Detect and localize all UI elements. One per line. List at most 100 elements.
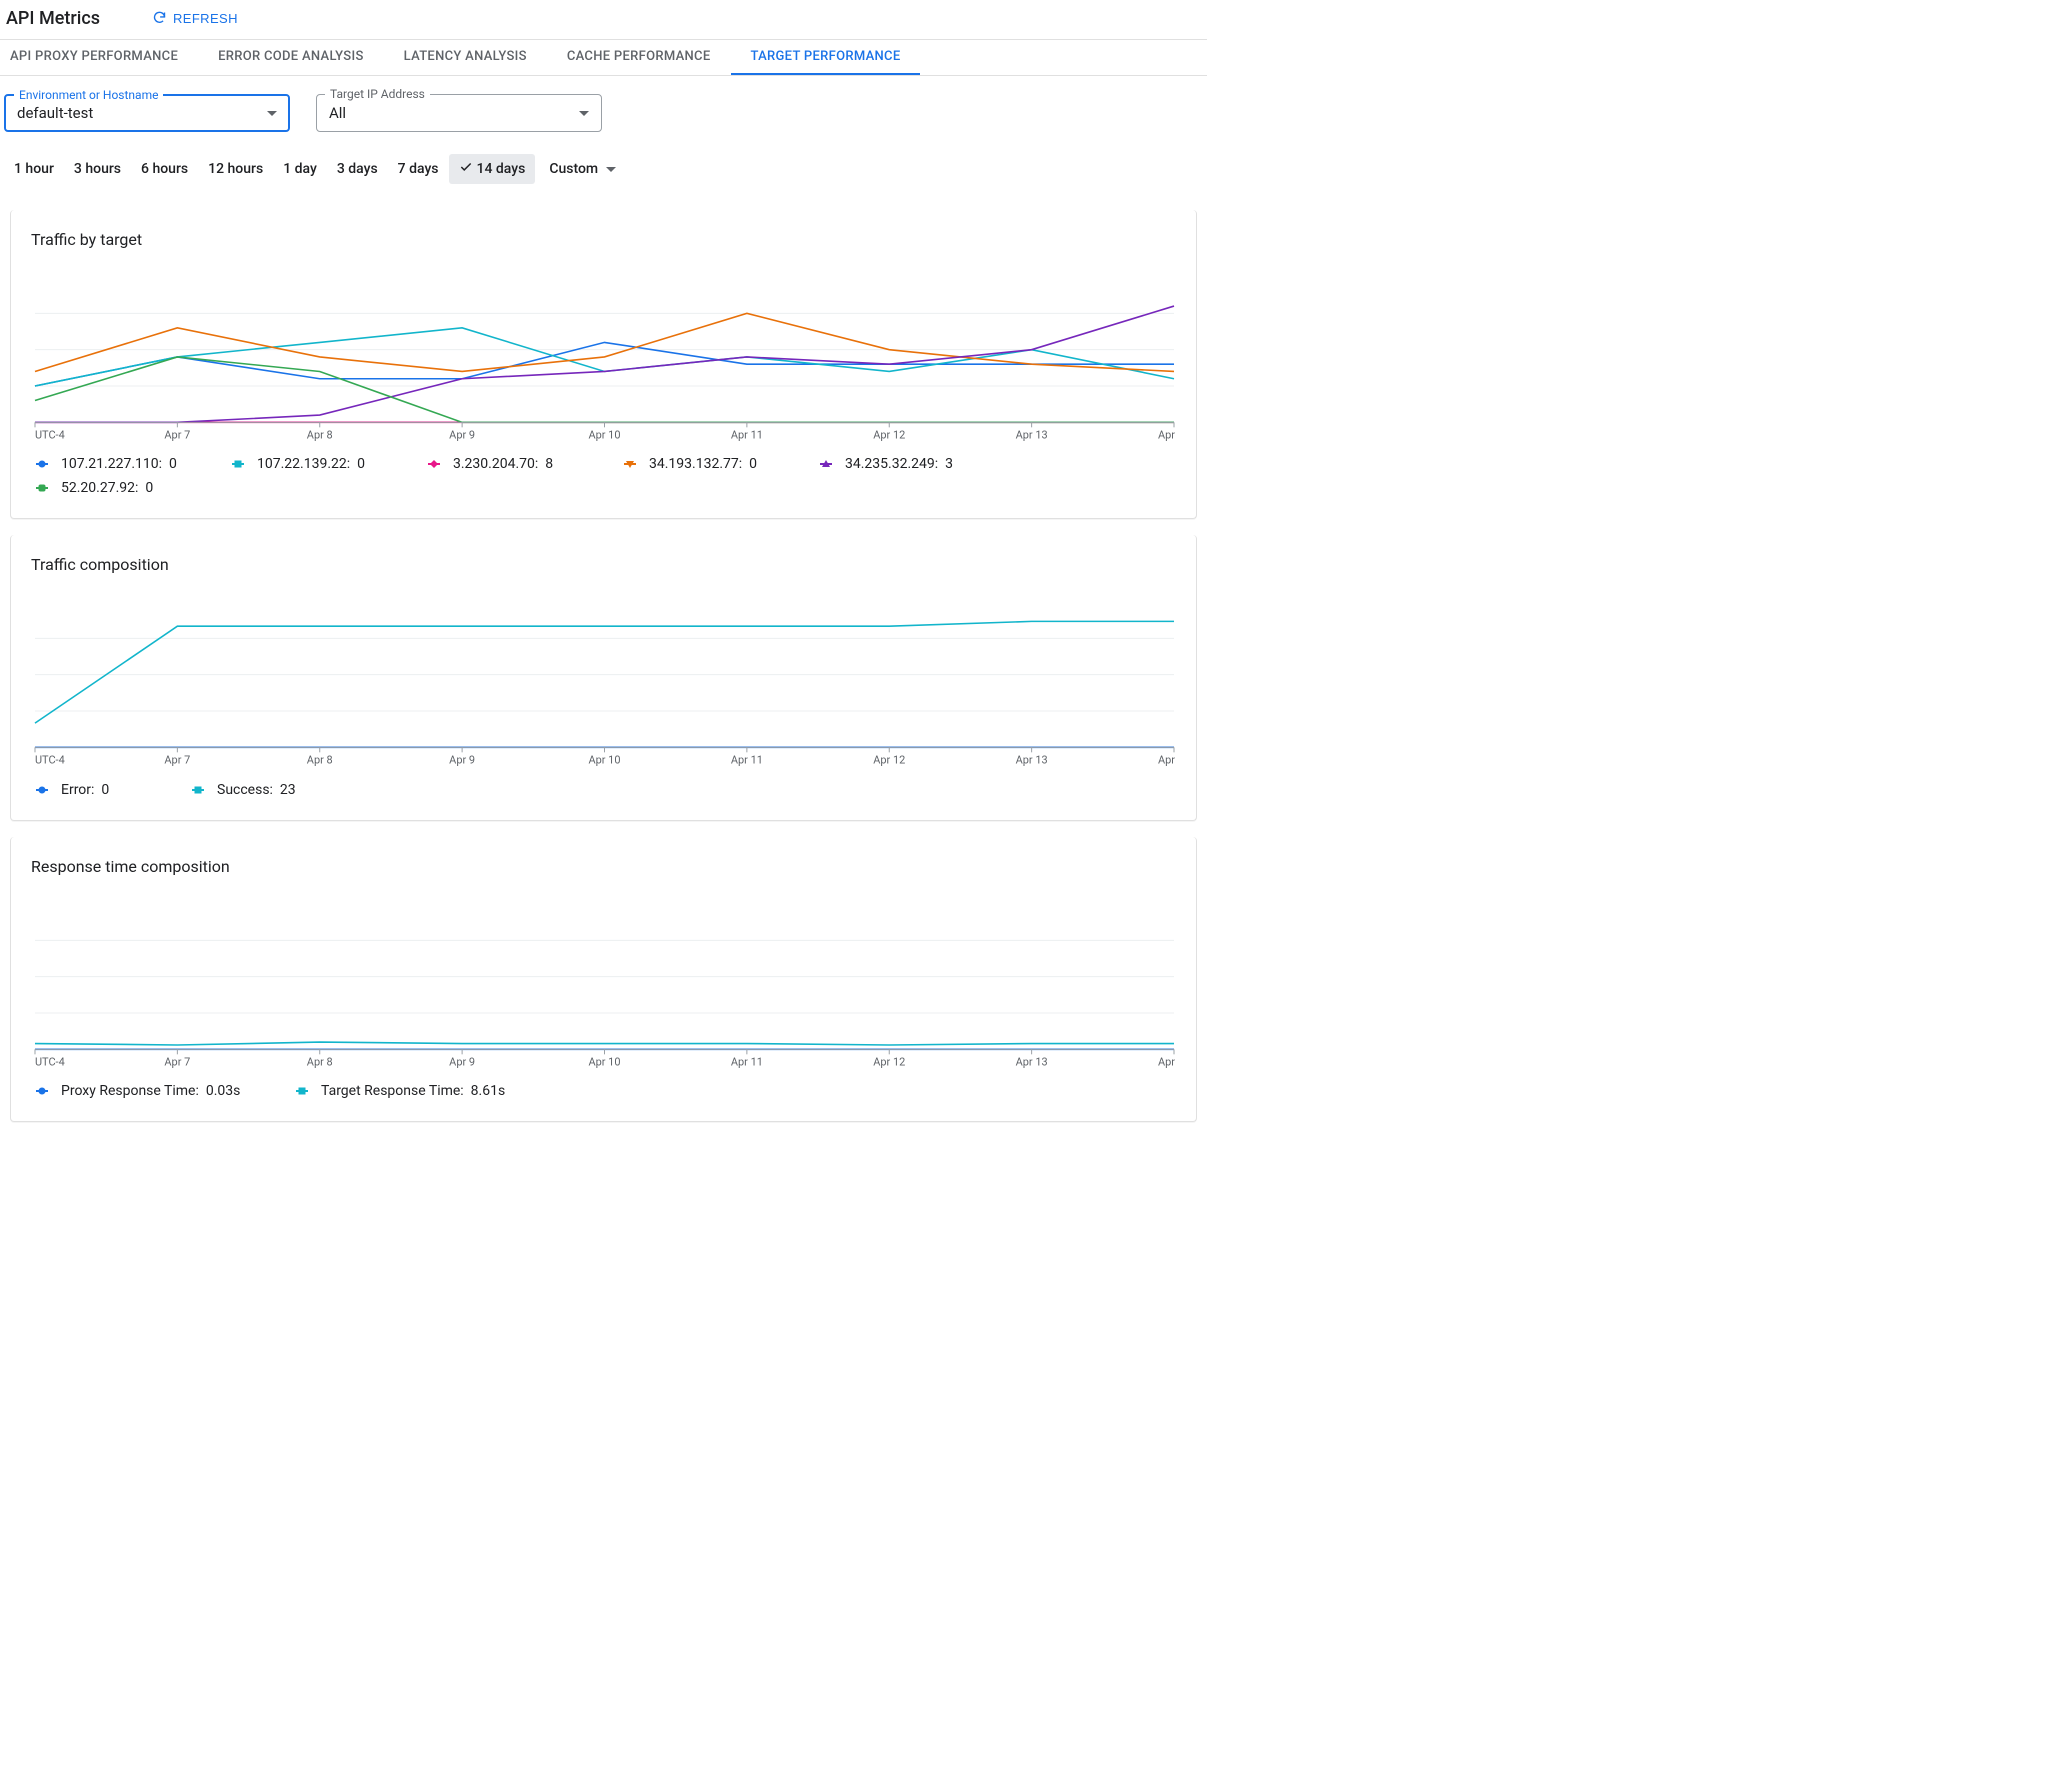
legend-item[interactable]: 52.20.27.92: 0	[31, 476, 227, 500]
svg-text:Apr 14: Apr 14	[1158, 754, 1176, 767]
legend-swatch-icon	[31, 1085, 53, 1097]
svg-text:Apr 13: Apr 13	[1016, 1055, 1048, 1068]
environment-select-label: Environment or Hostname	[14, 88, 163, 102]
legend-label: Target Response Time: 8.61s	[321, 1083, 505, 1099]
svg-text:UTC-4: UTC-4	[35, 428, 65, 441]
svg-text:Apr 13: Apr 13	[1016, 754, 1048, 767]
chart-title: Traffic composition	[31, 555, 1176, 574]
legend-item[interactable]: Success: 23	[187, 778, 343, 802]
svg-text:Apr 12: Apr 12	[873, 428, 905, 441]
svg-text:Apr 12: Apr 12	[873, 1055, 905, 1068]
svg-text:UTC-4: UTC-4	[35, 1055, 65, 1068]
time-chip-6h[interactable]: 6 hours	[131, 155, 198, 183]
svg-text:Apr 12: Apr 12	[873, 754, 905, 767]
legend-swatch-icon	[291, 1085, 313, 1097]
chart-response-time: UTC-4Apr 7Apr 8Apr 9Apr 10Apr 11Apr 12Ap…	[31, 902, 1176, 1071]
legend-swatch-icon	[31, 482, 53, 494]
tab-latency-analysis[interactable]: LATENCY ANALYSIS	[384, 40, 547, 75]
legend-item[interactable]: 34.193.132.77: 0	[619, 452, 815, 476]
legend-label: 107.21.227.110: 0	[61, 456, 177, 472]
time-chip-3d[interactable]: 3 days	[327, 155, 388, 183]
time-chip-7d[interactable]: 7 days	[388, 155, 449, 183]
refresh-button[interactable]: REFRESH	[152, 10, 238, 28]
legend-swatch-icon	[815, 458, 837, 470]
tab-target-performance[interactable]: TARGET PERFORMANCE	[731, 40, 921, 75]
tab-api-proxy-performance[interactable]: API PROXY PERFORMANCE	[0, 40, 198, 75]
time-range-chips: 1 hour 3 hours 6 hours 12 hours 1 day 3 …	[0, 132, 1207, 194]
environment-select[interactable]: Environment or Hostname default-test	[4, 94, 290, 132]
chevron-down-icon	[606, 167, 616, 172]
svg-text:Apr 11: Apr 11	[731, 428, 763, 441]
legend-item[interactable]: 107.21.227.110: 0	[31, 452, 227, 476]
page-header: API Metrics REFRESH	[0, 0, 1207, 39]
legend-item[interactable]: 3.230.204.70: 8	[423, 452, 619, 476]
svg-text:Apr 11: Apr 11	[731, 754, 763, 767]
legend-swatch-icon	[423, 458, 445, 470]
legend-label: Proxy Response Time: 0.03s	[61, 1083, 240, 1099]
svg-text:Apr 13: Apr 13	[1016, 428, 1048, 441]
legend-label: 3.230.204.70: 8	[453, 456, 553, 472]
legend-item[interactable]: Target Response Time: 8.61s	[291, 1079, 551, 1103]
svg-text:Apr 7: Apr 7	[164, 1055, 190, 1068]
svg-text:Apr 9: Apr 9	[449, 754, 475, 767]
svg-text:Apr 8: Apr 8	[307, 754, 333, 767]
check-icon	[459, 160, 473, 178]
svg-text:UTC-4: UTC-4	[35, 754, 65, 767]
page-title: API Metrics	[6, 8, 100, 29]
target-ip-select-label: Target IP Address	[325, 87, 430, 101]
chart-title: Response time composition	[31, 857, 1176, 876]
target-ip-select-value: All	[329, 104, 346, 122]
legend-label: Error: 0	[61, 782, 109, 798]
legend-traffic-composition: Error: 0 Success: 23	[31, 778, 1176, 802]
legend-item[interactable]: 107.22.139.22: 0	[227, 452, 423, 476]
svg-text:Apr 7: Apr 7	[164, 754, 190, 767]
panel-traffic-by-target: Traffic by target UTC-4 Apr 7 Apr 8 Apr 9 Ap…	[10, 210, 1197, 519]
time-chip-1d[interactable]: 1 day	[273, 155, 327, 183]
legend-swatch-icon	[619, 458, 641, 470]
legend-label: 52.20.27.92: 0	[61, 480, 153, 496]
legend-label: 107.22.139.22: 0	[257, 456, 365, 472]
tab-error-code-analysis[interactable]: ERROR CODE ANALYSIS	[198, 40, 384, 75]
chart-title: Traffic by target	[31, 230, 1176, 249]
tab-cache-performance[interactable]: CACHE PERFORMANCE	[547, 40, 731, 75]
filter-controls: Environment or Hostname default-test Tar…	[0, 76, 1207, 132]
svg-text:Apr 10: Apr 10	[588, 428, 620, 441]
legend-label: 34.193.132.77: 0	[649, 456, 757, 472]
time-chip-14d[interactable]: 14 days	[449, 154, 536, 184]
svg-text:Apr 10: Apr 10	[588, 754, 620, 767]
chart-traffic-by-target: UTC-4 Apr 7 Apr 8 Apr 9 Apr 10 Apr 11 Apr 12 Ap…	[31, 275, 1176, 444]
legend-swatch-icon	[31, 784, 53, 796]
svg-text:Apr 8: Apr 8	[307, 1055, 333, 1068]
time-chip-12h[interactable]: 12 hours	[198, 155, 273, 183]
svg-text:Apr 11: Apr 11	[731, 1055, 763, 1068]
svg-text:Apr 9: Apr 9	[449, 1055, 475, 1068]
legend-item[interactable]: Proxy Response Time: 0.03s	[31, 1079, 291, 1103]
panel-response-time: Response time composition UTC-4 Apr 7 Apr …	[10, 837, 1197, 1122]
legend-item[interactable]: 34.235.32.249: 3	[815, 452, 1011, 476]
refresh-label: REFRESH	[173, 11, 238, 26]
legend-response-time: Proxy Response Time: 0.03s Target Respons…	[31, 1079, 1176, 1103]
panel-traffic-composition: Traffic composition UTC-4 Apr 7 Apr 8 Apr 9…	[10, 535, 1197, 820]
legend-item[interactable]: Error: 0	[31, 778, 187, 802]
target-ip-select[interactable]: Target IP Address All	[316, 94, 602, 132]
environment-select-value: default-test	[17, 104, 93, 122]
tabs-bar: API PROXY PERFORMANCE ERROR CODE ANALYSI…	[0, 39, 1207, 76]
svg-text:Apr 14: Apr 14	[1158, 428, 1176, 441]
legend-swatch-icon	[187, 784, 209, 796]
legend-label: Success: 23	[217, 782, 296, 798]
svg-text:Apr 9: Apr 9	[449, 428, 475, 441]
svg-text:Apr 8: Apr 8	[307, 428, 333, 441]
refresh-icon	[152, 10, 167, 28]
legend-swatch-icon	[227, 458, 249, 470]
time-chip-1h[interactable]: 1 hour	[4, 155, 64, 183]
time-chip-3h[interactable]: 3 hours	[64, 155, 131, 183]
svg-text:Apr 14: Apr 14	[1158, 1055, 1176, 1068]
chevron-down-icon	[267, 111, 277, 116]
chart-traffic-composition: UTC-4 Apr 7 Apr 8 Apr 9 Apr 10 Apr 11 Apr 12 Ap…	[31, 600, 1176, 769]
chevron-down-icon	[579, 111, 589, 116]
svg-text:Apr 7: Apr 7	[164, 428, 190, 441]
time-chip-custom[interactable]: Custom	[539, 155, 626, 183]
legend-label: 34.235.32.249: 3	[845, 456, 953, 472]
legend-swatch-icon	[31, 458, 53, 470]
legend-traffic-by-target: 107.21.227.110: 0 107.22.139.22: 0 3.230.2…	[31, 452, 1176, 500]
